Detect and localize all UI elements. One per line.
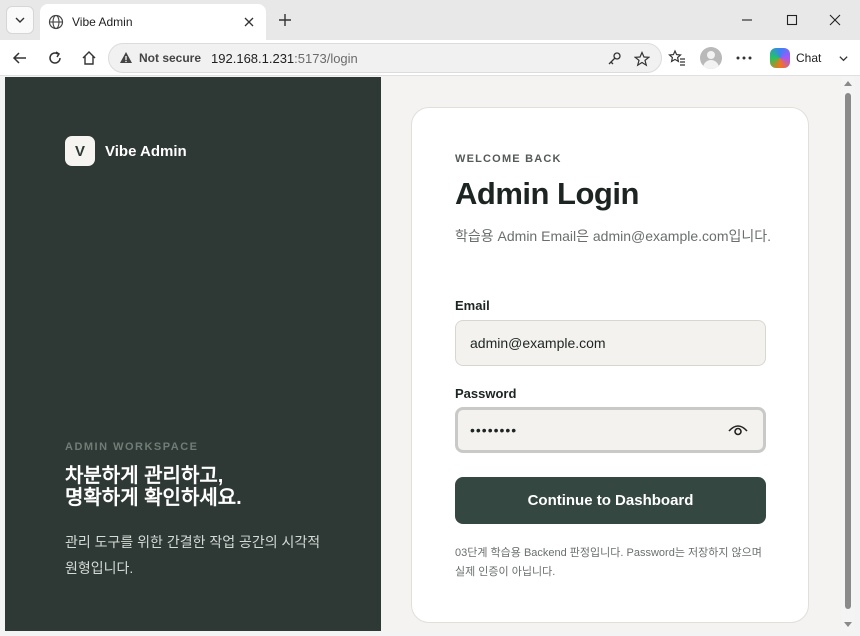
- workspace-eyebrow: ADMIN WORKSPACE: [65, 441, 199, 453]
- more-icon: [736, 56, 752, 60]
- login-card: WELCOME BACK Admin Login 학습용 Admin Email…: [411, 107, 809, 623]
- scroll-up-arrow[interactable]: [844, 81, 852, 86]
- copilot-icon: [770, 48, 790, 68]
- maximize-button[interactable]: [782, 10, 802, 30]
- workspace-headline: 차분하게 관리하고, 명확하게 확인하세요.: [65, 465, 365, 509]
- headline-line-1: 차분하게 관리하고,: [65, 465, 224, 487]
- more-button[interactable]: [733, 47, 755, 69]
- new-tab-button[interactable]: [274, 9, 296, 31]
- show-password-button[interactable]: [727, 419, 749, 441]
- password-value: ••••••••: [470, 422, 518, 438]
- favorites-icon: [668, 49, 685, 66]
- chevron-down-icon: [838, 55, 848, 61]
- scroll-down-arrow[interactable]: [844, 622, 852, 627]
- globe-icon: [48, 14, 64, 30]
- url-path: :5173/login: [294, 50, 358, 66]
- brand-panel: V Vibe Admin ADMIN WORKSPACE 차분하게 관리하고, …: [5, 77, 381, 631]
- reload-icon: [49, 51, 61, 64]
- profile-avatar[interactable]: [700, 47, 722, 69]
- chat-label: Chat: [796, 51, 822, 65]
- eye-icon: [728, 425, 748, 436]
- close-icon: [829, 14, 841, 26]
- close-tab-button[interactable]: [240, 13, 258, 31]
- password-key-button[interactable]: [605, 50, 623, 68]
- page-viewport: V Vibe Admin ADMIN WORKSPACE 차분하게 관리하고, …: [5, 77, 841, 631]
- scroll-thumb[interactable]: [845, 93, 851, 609]
- browser-tab[interactable]: Vibe Admin: [40, 4, 266, 40]
- home-icon: [82, 51, 96, 65]
- minimize-button[interactable]: [737, 10, 757, 30]
- brand: V Vibe Admin: [65, 136, 187, 166]
- plus-icon: [279, 14, 291, 26]
- brand-logo: V: [65, 136, 95, 166]
- chat-button[interactable]: Chat: [766, 45, 830, 71]
- back-icon: [12, 52, 26, 64]
- tab-title: Vibe Admin: [72, 15, 133, 29]
- login-eyebrow: WELCOME BACK: [455, 153, 562, 165]
- password-label: Password: [455, 386, 517, 401]
- favorite-button[interactable]: [633, 50, 651, 68]
- email-label: Email: [455, 298, 490, 313]
- url-host: 192.168.1.231: [211, 50, 295, 66]
- address-bar[interactable]: Not secure 192.168.1.231:5173/login: [108, 43, 662, 73]
- headline-line-2: 명확하게 확인하세요.: [65, 487, 242, 509]
- tab-bar: Vibe Admin: [0, 0, 860, 40]
- brand-name: Vibe Admin: [105, 142, 187, 160]
- star-icon: [634, 51, 650, 67]
- email-value: admin@example.com: [470, 335, 606, 351]
- security-label[interactable]: Not secure: [139, 51, 201, 65]
- reload-button[interactable]: [43, 46, 67, 70]
- close-window-button[interactable]: [825, 10, 845, 30]
- sidebar-toggle-button[interactable]: [832, 47, 854, 69]
- tab-list-button[interactable]: [6, 6, 34, 34]
- login-footnote: 03단계 학습용 Backend 판정입니다. Password는 저장하지 않…: [455, 547, 762, 578]
- continue-button[interactable]: Continue to Dashboard: [455, 477, 766, 524]
- browser-toolbar: Not secure 192.168.1.231:5173/login Chat: [0, 40, 860, 76]
- vertical-scrollbar[interactable]: [841, 77, 855, 631]
- workspace-description: 관리 도구를 위한 간결한 작업 공간의 시각적 원형입니다.: [65, 534, 321, 576]
- email-field[interactable]: admin@example.com: [455, 320, 766, 366]
- login-subtitle: 학습용 Admin Email은 admin@example.com입니다.: [455, 228, 772, 244]
- page-title: Admin Login: [455, 176, 639, 211]
- chevron-down-icon: [15, 17, 25, 23]
- maximize-icon: [786, 14, 798, 26]
- minimize-icon: [742, 19, 752, 21]
- key-icon: [608, 52, 621, 65]
- password-field[interactable]: ••••••••: [455, 407, 766, 453]
- back-button[interactable]: [8, 46, 32, 70]
- close-icon: [244, 17, 254, 27]
- favorites-button[interactable]: [666, 47, 688, 69]
- warning-icon: [120, 52, 132, 63]
- home-button[interactable]: [77, 46, 101, 70]
